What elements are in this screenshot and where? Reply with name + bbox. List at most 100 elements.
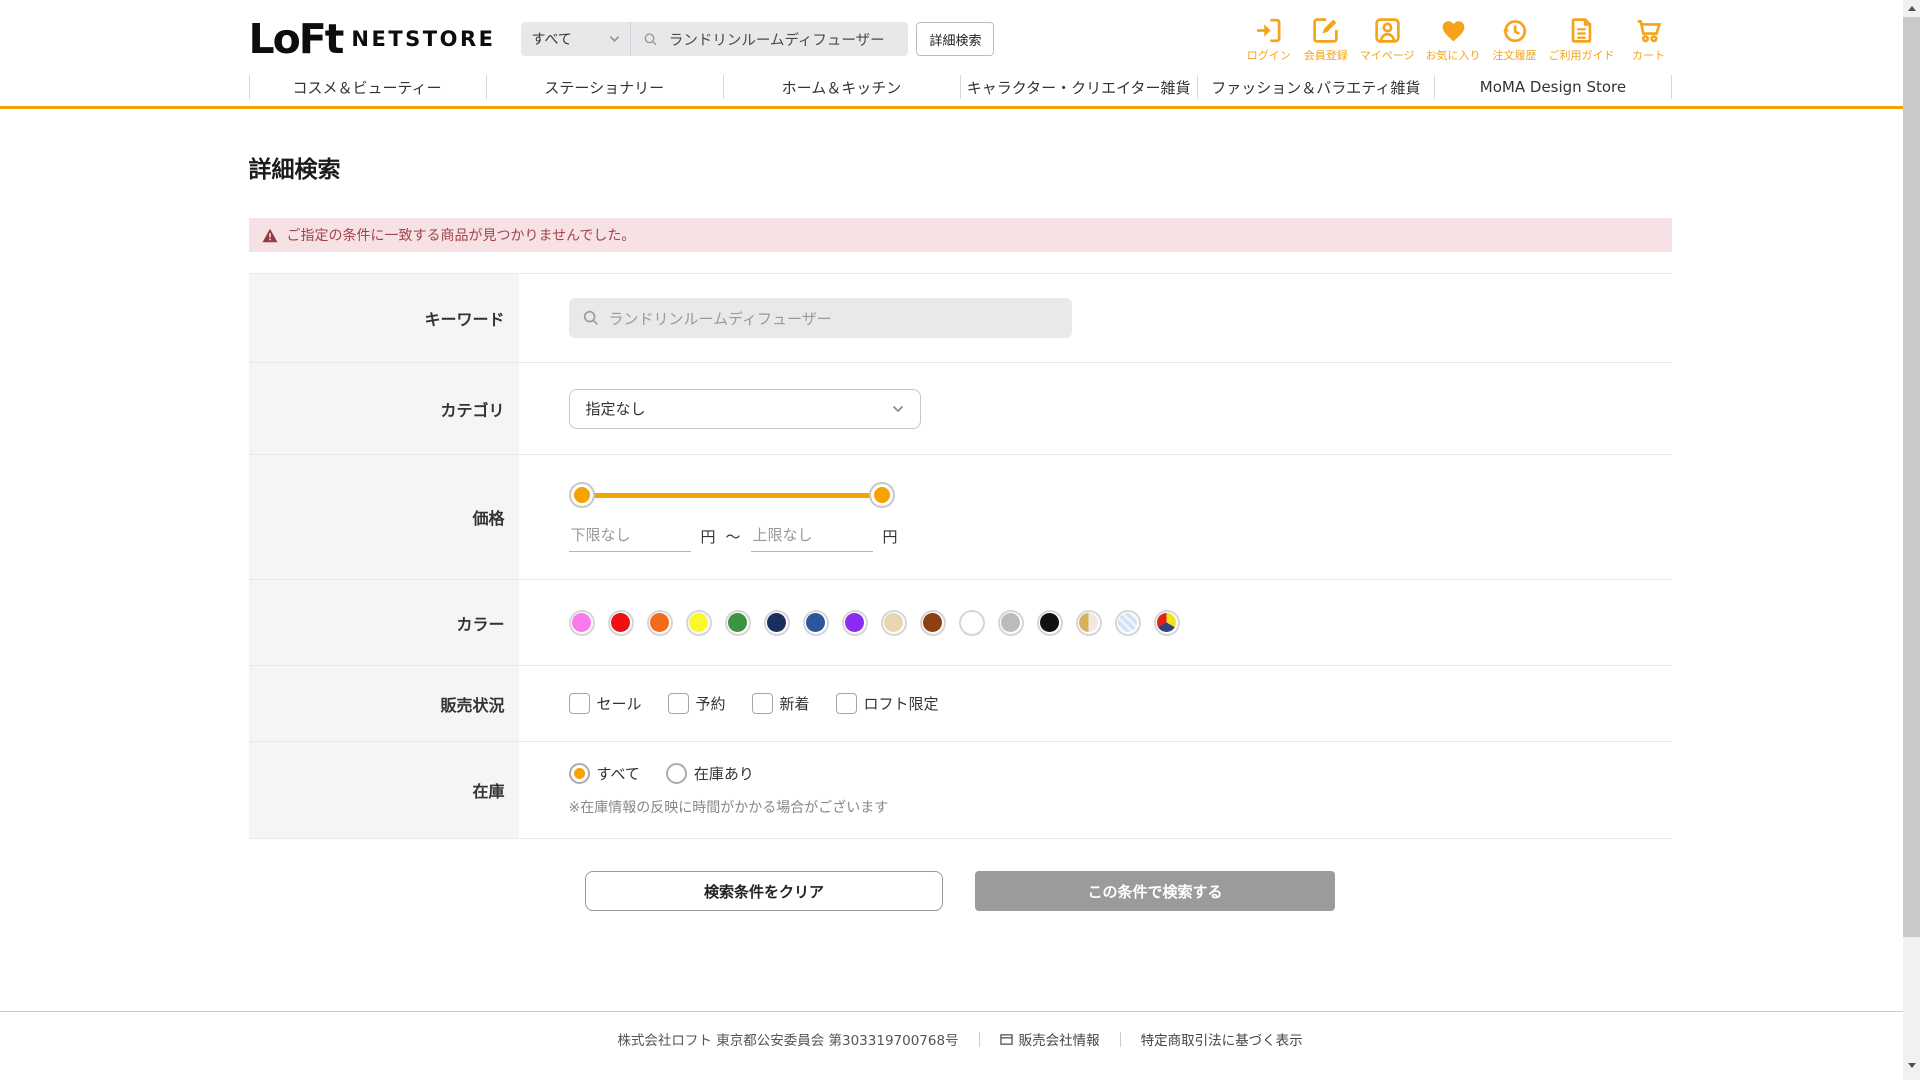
login-icon bbox=[1254, 16, 1283, 46]
stock-label: 在庫 bbox=[249, 742, 519, 838]
nav-item-4[interactable]: キャラクター・クリエイター雑貨 bbox=[960, 68, 1197, 106]
vertical-scrollbar bbox=[1903, 0, 1920, 1080]
category-selected-value: 指定なし bbox=[586, 398, 646, 419]
radio-in-stock[interactable]: 在庫あり bbox=[666, 763, 754, 784]
color-swatch-brown[interactable] bbox=[920, 610, 946, 636]
quicklink-label: 会員登録 bbox=[1304, 47, 1348, 63]
sales-status-label: 販売状況 bbox=[249, 666, 519, 741]
footer-link-commerce-law[interactable]: 特定商取引法に基づく表示 bbox=[1141, 1029, 1303, 1049]
checkbox-loft-limited[interactable]: ロフト限定 bbox=[836, 693, 939, 714]
quicklink-label: ご利用ガイド bbox=[1549, 47, 1615, 63]
nav-item-2[interactable]: ステーショナリー bbox=[486, 68, 723, 106]
form-actions: 検索条件をクリア この条件で検索する bbox=[249, 871, 1672, 911]
price-max-input[interactable] bbox=[751, 524, 873, 552]
quicklink-label: ログイン bbox=[1247, 47, 1291, 63]
checkbox-reserve[interactable]: 予約 bbox=[668, 693, 726, 714]
price-min-input[interactable] bbox=[569, 524, 691, 552]
color-swatch-clear[interactable] bbox=[1115, 610, 1141, 636]
swatch-fill bbox=[650, 613, 669, 632]
chevron-down-icon bbox=[892, 405, 904, 413]
stock-options: すべて 在庫あり bbox=[569, 763, 1672, 784]
search-form: キーワード カテゴリ 指定なし 価格 bbox=[249, 273, 1672, 839]
header-search-input[interactable] bbox=[667, 30, 897, 48]
price-tilde: ～ bbox=[726, 526, 741, 552]
nav-accent-line bbox=[0, 106, 1920, 109]
color-swatch-orange[interactable] bbox=[647, 610, 673, 636]
clear-conditions-button[interactable]: 検索条件をクリア bbox=[585, 871, 943, 911]
checkbox-new[interactable]: 新着 bbox=[752, 693, 810, 714]
color-swatch-yellow[interactable] bbox=[686, 610, 712, 636]
stock-row: 在庫 すべて 在庫あり ※在庫情報の反映に時間がかかる場合がございます bbox=[249, 741, 1672, 838]
quicklink-cart[interactable]: カート bbox=[1626, 16, 1672, 63]
main-nav: コスメ＆ビューティーステーショナリーホーム＆キッチンキャラクター・クリエイター雑… bbox=[249, 68, 1672, 106]
search-submit-button[interactable]: この条件で検索する bbox=[975, 871, 1335, 911]
swatch-fill bbox=[962, 613, 981, 632]
quicklink-login[interactable]: ログイン bbox=[1246, 16, 1292, 63]
checkbox-sale[interactable]: セール bbox=[569, 693, 642, 714]
footer-link-seller-info[interactable]: 販売会社情報 bbox=[1000, 1029, 1100, 1049]
color-swatch-gold[interactable] bbox=[1076, 610, 1102, 636]
price-row: 価格 円 ～ 円 bbox=[249, 454, 1672, 579]
search-icon bbox=[643, 31, 658, 48]
loft-logo[interactable]: LoFt NETSTORE bbox=[249, 19, 496, 60]
search-category-select[interactable]: すべて bbox=[521, 22, 631, 56]
detail-search-button[interactable]: 詳細検索 bbox=[916, 22, 994, 56]
slider-handle-max[interactable] bbox=[869, 482, 895, 508]
color-swatch-white[interactable] bbox=[959, 610, 985, 636]
color-swatch-beige[interactable] bbox=[881, 610, 907, 636]
swatch-fill bbox=[767, 613, 786, 632]
price-unit-min: 円 bbox=[701, 526, 716, 552]
keyword-input-wrap bbox=[569, 298, 1072, 338]
keyword-input[interactable] bbox=[569, 298, 1072, 338]
swatch-fill bbox=[884, 613, 903, 632]
quicklink-favorites[interactable]: お気に入り bbox=[1426, 16, 1481, 63]
checkbox-label: 新着 bbox=[780, 693, 810, 714]
color-swatch-blue[interactable] bbox=[803, 610, 829, 636]
radio-label: 在庫あり bbox=[694, 763, 754, 784]
scroll-up-arrow-icon bbox=[1908, 6, 1916, 11]
scrollbar-up-button[interactable] bbox=[1903, 0, 1920, 17]
slider-handle-min[interactable] bbox=[569, 482, 595, 508]
color-swatch-multi[interactable] bbox=[1154, 610, 1180, 636]
price-label: 価格 bbox=[249, 455, 519, 579]
category-select[interactable]: 指定なし bbox=[569, 389, 921, 429]
swatch-fill bbox=[1079, 613, 1098, 632]
checkbox-box bbox=[569, 693, 590, 714]
color-swatch-pink[interactable] bbox=[569, 610, 595, 636]
price-range-slider bbox=[569, 482, 895, 508]
quicklink-mypage[interactable]: マイページ bbox=[1360, 16, 1415, 63]
color-label: カラー bbox=[249, 580, 519, 665]
category-row: カテゴリ 指定なし bbox=[249, 362, 1672, 454]
quicklink-label: 注文履歴 bbox=[1493, 47, 1537, 63]
nav-item-3[interactable]: ホーム＆キッチン bbox=[723, 68, 960, 106]
radio-label: すべて bbox=[597, 763, 640, 784]
quicklink-label: マイページ bbox=[1360, 47, 1415, 63]
checkbox-box bbox=[752, 693, 773, 714]
checkbox-box bbox=[668, 693, 689, 714]
color-swatch-black[interactable] bbox=[1037, 610, 1063, 636]
checkbox-box bbox=[836, 693, 857, 714]
color-swatch-gray[interactable] bbox=[998, 610, 1024, 636]
nav-item-6[interactable]: MoMA Design Store bbox=[1434, 68, 1671, 106]
quicklink-history[interactable]: 注文履歴 bbox=[1492, 16, 1538, 63]
swatch-fill bbox=[1001, 613, 1020, 632]
color-swatch-green[interactable] bbox=[725, 610, 751, 636]
quicklink-guide[interactable]: ご利用ガイド bbox=[1549, 16, 1615, 63]
history-clock-icon bbox=[1500, 16, 1529, 46]
cart-icon bbox=[1634, 16, 1663, 46]
header-search: すべて 詳細検索 bbox=[521, 22, 994, 56]
color-swatch-red[interactable] bbox=[608, 610, 634, 636]
scrollbar-thumb[interactable] bbox=[1903, 17, 1920, 937]
alert-message: ご指定の条件に一致する商品が見つかりませんでした。 bbox=[287, 225, 636, 245]
stock-note: ※在庫情報の反映に時間がかかる場合がございます bbox=[569, 797, 1672, 817]
color-swatch-navy[interactable] bbox=[764, 610, 790, 636]
page-container: LoFt NETSTORE すべて 詳細検索 ログイン会員登録マイページお気に入… bbox=[249, 0, 1672, 106]
footer-link-label: 販売会社情報 bbox=[1019, 1029, 1100, 1049]
nav-item-5[interactable]: ファッション＆バラエティ雑貨 bbox=[1197, 68, 1434, 106]
nav-item-1[interactable]: コスメ＆ビューティー bbox=[249, 68, 486, 106]
scrollbar-down-button[interactable] bbox=[1903, 1057, 1920, 1074]
quicklink-register[interactable]: 会員登録 bbox=[1303, 16, 1349, 63]
footer: 株式会社ロフト 東京都公安委員会 第303319700768号 販売会社情報 特… bbox=[0, 1011, 1920, 1049]
radio-all[interactable]: すべて bbox=[569, 763, 640, 784]
color-swatch-purple[interactable] bbox=[842, 610, 868, 636]
